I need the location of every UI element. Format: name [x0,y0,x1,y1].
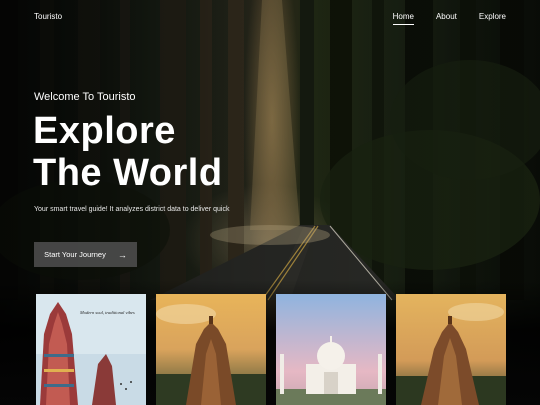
brand-logo[interactable]: Touristo [34,12,62,21]
hero-eyebrow: Welcome To Touristo [34,91,136,103]
card-caption: Modern soul, traditional vibes [80,310,135,315]
nav-about-link[interactable]: About [436,12,457,25]
temple-tower-sunset-image [156,294,266,405]
nav-explore-link[interactable]: Explore [479,12,506,25]
temple-tower-card[interactable] [396,294,506,405]
temple-gopuram-card[interactable]: Modern soul, traditional vibes [36,294,146,405]
taj-mahal-image [276,294,386,405]
hero-title-line-1: Explore [33,110,176,152]
temple-tower-image [396,294,506,405]
hero-description: Your smart travel guide! It analyzes dis… [34,206,230,213]
taj-mahal-card[interactable] [276,294,386,405]
top-nav: Home About Explore [392,12,506,25]
hero-title: Explore The World [33,110,223,194]
temple-tower-sunset-card[interactable] [156,294,266,405]
arrow-right-icon: → [117,249,127,260]
start-journey-button[interactable]: Start Your Journey → [34,242,137,267]
start-journey-label: Start Your Journey [44,250,106,259]
destination-cards: Modern soul, traditional vibes [36,294,506,405]
hero-title-line-2: The World [33,152,223,194]
nav-home-link[interactable]: Home [392,12,414,25]
